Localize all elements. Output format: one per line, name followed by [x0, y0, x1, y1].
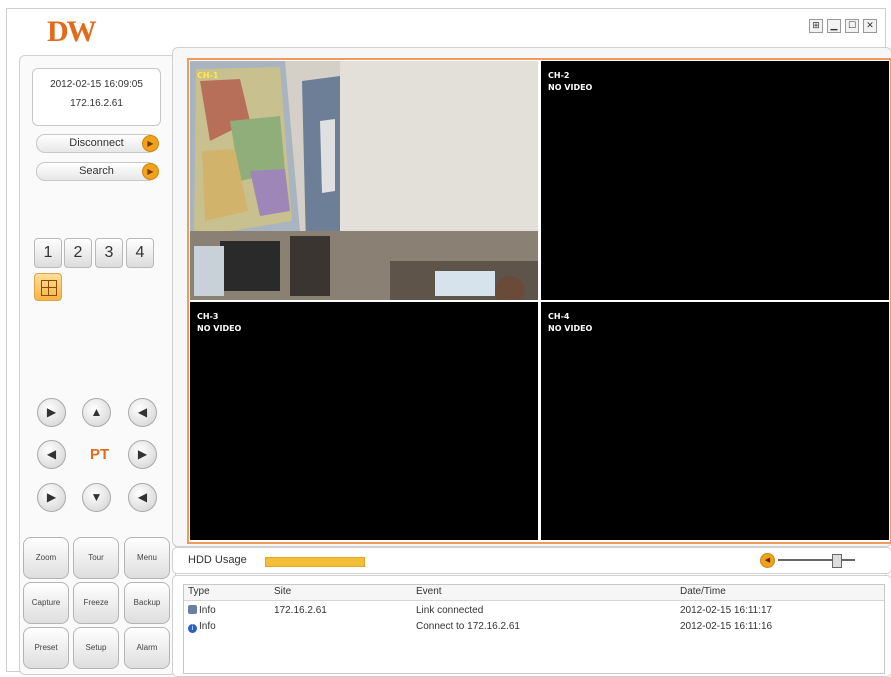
- video-tile-ch1[interactable]: CH-1: [190, 61, 538, 300]
- column-header-datetime[interactable]: Date/Time: [680, 586, 726, 597]
- column-header-event[interactable]: Event: [416, 586, 442, 597]
- preset-button[interactable]: Preset: [23, 627, 69, 669]
- zoom-button[interactable]: Zoom: [23, 537, 69, 579]
- volume-slider-track[interactable]: [778, 559, 855, 561]
- channel-2-button[interactable]: 2: [64, 238, 92, 268]
- channel-label: CH-2 NO VIDEO: [548, 70, 592, 94]
- ptz-label: PT: [90, 446, 110, 463]
- capture-button[interactable]: Capture: [23, 582, 69, 624]
- camera-feed-image: [190, 61, 538, 300]
- compact-icon[interactable]: ⊞: [809, 19, 823, 33]
- hdd-usage-bar: [265, 557, 365, 567]
- search-label: Search: [79, 165, 114, 177]
- event-log-table: Type Site Event Date/Time Info 172.16.2.…: [183, 584, 885, 674]
- row-event: Link connected: [416, 605, 484, 616]
- ptz-up-right-button[interactable]: ◀: [128, 398, 157, 427]
- control-panel: 2012-02-15 16:09:05 172.16.2.61 Disconne…: [19, 55, 176, 675]
- ptz-down-right-button[interactable]: ◀: [128, 483, 157, 512]
- event-log-header: Type Site Event Date/Time: [184, 585, 884, 601]
- channel-1-button[interactable]: 1: [34, 238, 62, 268]
- channel-label: CH-4 NO VIDEO: [548, 311, 592, 335]
- connection-info: 2012-02-15 16:09:05 172.16.2.61: [32, 68, 161, 126]
- row-site: 172.16.2.61: [274, 605, 327, 616]
- disconnect-button[interactable]: Disconnect ▶: [36, 134, 159, 153]
- ptz-up-button[interactable]: ▲: [82, 398, 111, 427]
- minimize-icon[interactable]: ▁: [827, 19, 841, 33]
- setup-button[interactable]: Setup: [73, 627, 119, 669]
- row-event: Connect to 172.16.2.61: [416, 621, 520, 632]
- ptz-down-left-button[interactable]: ▶: [37, 483, 66, 512]
- volume-slider-thumb[interactable]: [831, 554, 842, 568]
- tour-button[interactable]: Tour: [73, 537, 119, 579]
- video-tile-ch2[interactable]: CH-2 NO VIDEO: [541, 61, 889, 300]
- row-type: i Info: [188, 621, 216, 633]
- channel-name: CH-3: [197, 312, 219, 321]
- search-button[interactable]: Search ▶: [36, 162, 159, 181]
- app-window: DW ⊞ ▁ ☐ ✕ 2012-02-15 16:09:05 172.16.2.…: [6, 8, 891, 677]
- info-icon: i: [188, 624, 197, 633]
- video-tile-ch3[interactable]: CH-3 NO VIDEO: [190, 302, 538, 540]
- close-icon[interactable]: ✕: [863, 19, 877, 33]
- grid-icon: [41, 280, 57, 296]
- ptz-left-button[interactable]: ◀: [37, 440, 66, 469]
- ptz-up-left-button[interactable]: ▶: [37, 398, 66, 427]
- menu-button[interactable]: Menu: [124, 537, 170, 579]
- column-header-site[interactable]: Site: [274, 586, 291, 597]
- quad-view-button[interactable]: [34, 273, 62, 301]
- speaker-icon[interactable]: ◀: [760, 553, 775, 568]
- arrow-right-icon: ▶: [142, 135, 159, 152]
- channel-4-button[interactable]: 4: [126, 238, 154, 268]
- row-type: Info: [188, 605, 216, 616]
- logo: DW: [47, 15, 97, 48]
- channel-label: CH-3 NO VIDEO: [197, 311, 241, 335]
- hdd-status-bar: HDD Usage ◀: [172, 547, 891, 574]
- disconnect-label: Disconnect: [69, 137, 124, 149]
- row-datetime: 2012-02-15 16:11:16: [680, 621, 773, 632]
- backup-button[interactable]: Backup: [124, 582, 170, 624]
- channel-name: CH-4: [548, 312, 570, 321]
- row-type-text: Info: [199, 605, 216, 616]
- connected-ip: 172.16.2.61: [70, 98, 123, 109]
- no-video-text: NO VIDEO: [197, 324, 242, 333]
- no-video-text: NO VIDEO: [548, 324, 593, 333]
- row-datetime: 2012-02-15 16:11:17: [680, 605, 773, 616]
- current-datetime: 2012-02-15 16:09:05: [50, 79, 143, 90]
- row-type-text: Info: [199, 621, 216, 632]
- channel-label: CH-1: [197, 71, 219, 80]
- channel-name: CH-2: [548, 71, 570, 80]
- hdd-usage-label: HDD Usage: [188, 554, 247, 566]
- maximize-icon[interactable]: ☐: [845, 19, 859, 33]
- arrow-right-icon: ▶: [142, 163, 159, 180]
- no-video-text: NO VIDEO: [548, 83, 593, 92]
- video-tile-ch4[interactable]: CH-4 NO VIDEO: [541, 302, 889, 540]
- channel-3-button[interactable]: 3: [95, 238, 123, 268]
- ptz-down-button[interactable]: ▼: [82, 483, 111, 512]
- freeze-button[interactable]: Freeze: [73, 582, 119, 624]
- ptz-right-button[interactable]: ▶: [128, 440, 157, 469]
- event-log-panel: Type Site Event Date/Time Info 172.16.2.…: [172, 575, 891, 677]
- alarm-button[interactable]: Alarm: [124, 627, 170, 669]
- video-grid: CH-1 CH-2 NO VIDEO CH-3 NO VIDEO CH-4 NO…: [187, 58, 891, 544]
- network-icon: [188, 605, 197, 614]
- column-header-type[interactable]: Type: [188, 586, 210, 597]
- video-panel: CH-1 CH-2 NO VIDEO CH-3 NO VIDEO CH-4 NO…: [172, 47, 891, 547]
- window-controls: ⊞ ▁ ☐ ✕: [809, 19, 877, 33]
